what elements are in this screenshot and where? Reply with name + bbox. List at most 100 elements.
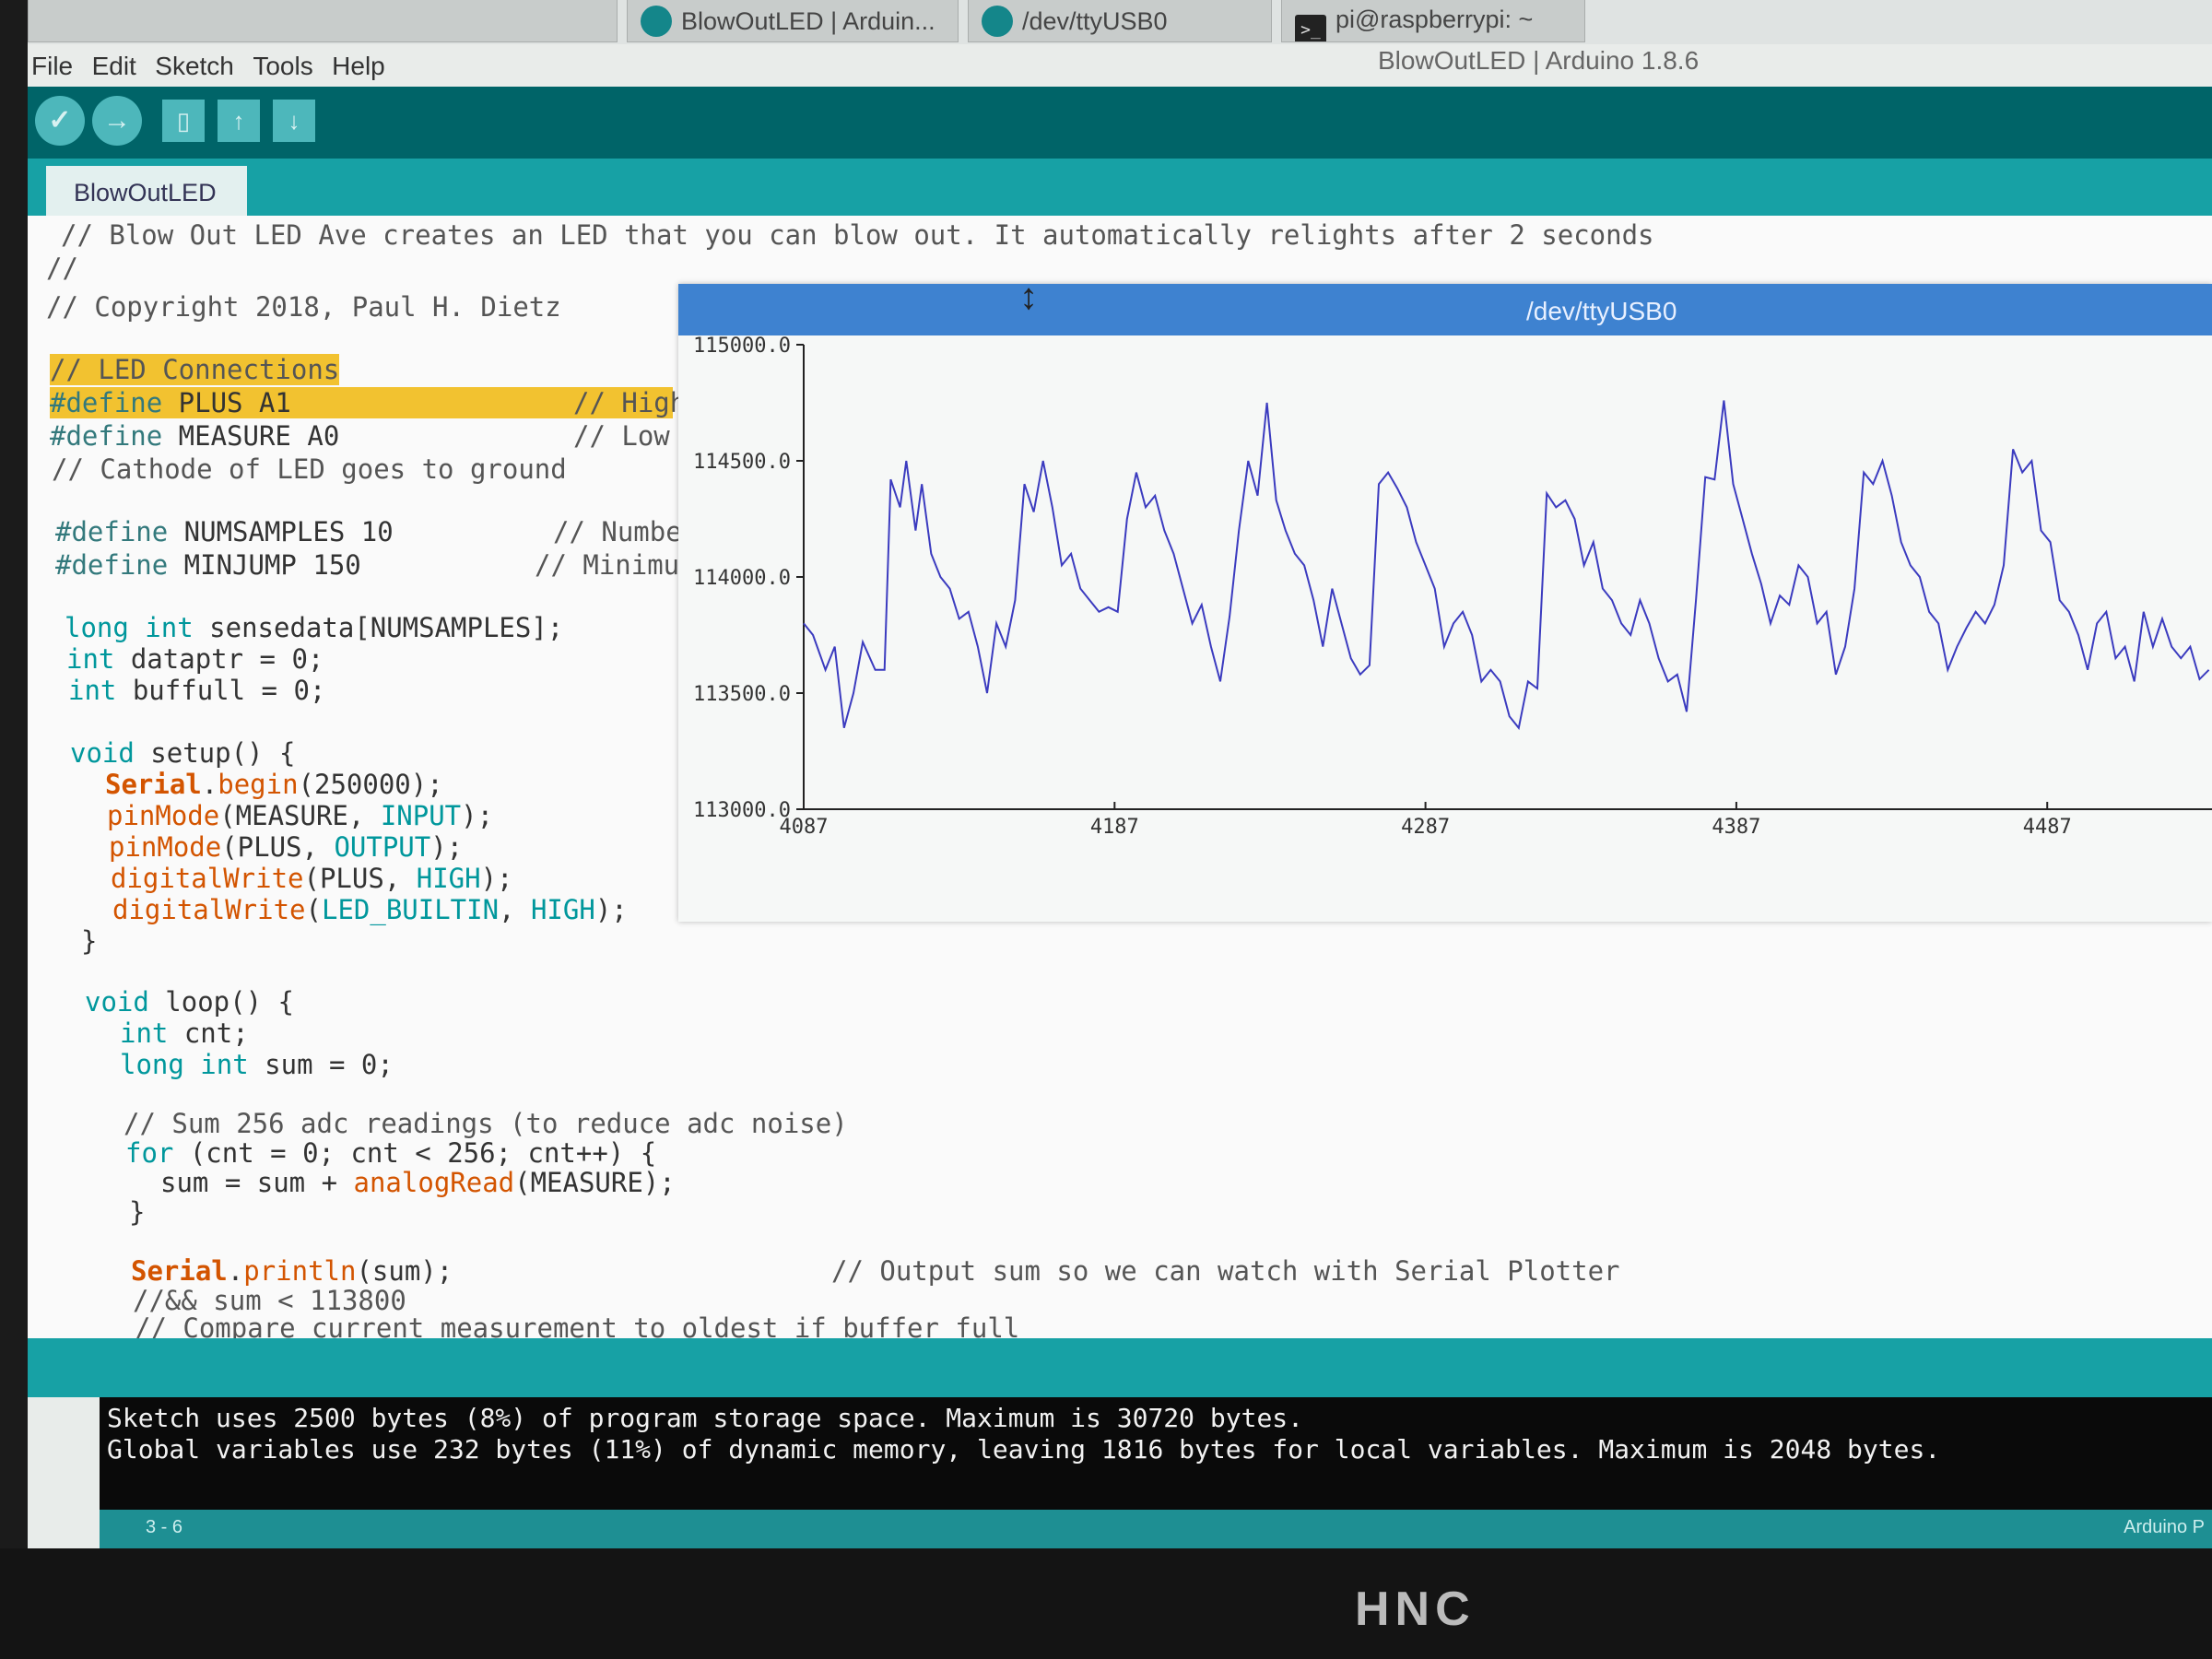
code-token: sum = 0; — [248, 1049, 394, 1080]
code-line: int buffull = 0; — [68, 675, 325, 706]
code-line: // Compare current measurement to oldest… — [135, 1312, 1020, 1338]
code-line: int dataptr = 0; — [66, 643, 324, 675]
code-token: (cnt = 0; cnt < 256; cnt++) { — [173, 1137, 657, 1169]
code-token: (MEASURE, — [219, 800, 381, 831]
code-line: sum = sum + analogRead(MEASURE); — [160, 1167, 676, 1198]
code-token: long int — [120, 1049, 249, 1080]
code-token: sensedata[NUMSAMPLES]; — [193, 612, 564, 643]
open-icon[interactable]: ↑ — [218, 100, 260, 142]
taskbar-item-blank[interactable] — [28, 0, 618, 42]
code-line: pinMode(MEASURE, INPUT); — [107, 800, 493, 831]
code-token: pinMode — [109, 831, 222, 863]
monitor-brand-logo: HNC — [1355, 1583, 1476, 1636]
code-token: INPUT — [380, 800, 462, 831]
new-icon[interactable]: ▯ — [162, 100, 205, 142]
menu-file[interactable]: File — [31, 52, 73, 81]
code-line-highlighted: #define PLUS A1 // High — [50, 387, 686, 418]
series-line — [803, 400, 2210, 731]
code-line: digitalWrite(LED_BUILTIN, HIGH); — [112, 894, 628, 925]
code-line: //&& sum < 113800 — [133, 1285, 406, 1316]
code-token: #define — [50, 387, 163, 418]
tab-blowoutled[interactable]: BlowOutLED — [46, 166, 247, 216]
code-token: ); — [594, 894, 628, 925]
code-token: MINJUMP 150 — [168, 549, 361, 581]
code-line: long int sum = 0; — [120, 1049, 394, 1080]
upload-icon[interactable]: → — [92, 96, 142, 146]
taskbar-item-arduino[interactable]: BlowOutLED | Arduin... — [627, 0, 959, 42]
code-token: (250000); — [298, 769, 443, 800]
code-line: // LED Connections — [50, 354, 340, 385]
code-token: OUTPUT — [334, 831, 431, 863]
code-token: Serial — [131, 1255, 228, 1287]
code-token: void — [70, 737, 135, 769]
board-indicator: Arduino P — [2124, 1517, 2205, 1537]
code-token: // Minimu — [535, 549, 680, 581]
code-token: #define — [55, 516, 169, 547]
code-token: for — [125, 1137, 174, 1169]
x-tick-label: 4487 — [2023, 816, 2072, 839]
save-icon[interactable]: ↓ — [273, 100, 315, 142]
console-output: Sketch uses 2500 bytes (8%) of program s… — [100, 1397, 2212, 1510]
menu-help[interactable]: Help — [332, 52, 385, 81]
taskbar-item-terminal[interactable]: >_ pi@raspberrypi: ~ — [1281, 0, 1585, 42]
code-line: } — [129, 1196, 146, 1228]
verify-icon[interactable]: ✓ — [35, 96, 85, 146]
plotter-titlebar[interactable]: ↕ /dev/ttyUSB0 — [678, 276, 2212, 335]
code-token: loop() { — [148, 986, 294, 1018]
monitor-bezel: HNC — [0, 1548, 2212, 1659]
x-axis-ticks: 4087 4187 4287 4387 4487 — [780, 802, 2072, 839]
toolbar: ✓ → ▯ ↑ ↓ — [28, 87, 2212, 159]
line-number-indicator: 3 - 6 — [146, 1517, 183, 1537]
code-token: long int — [65, 612, 194, 643]
arduino-icon — [641, 6, 672, 37]
code-token: // Low — [573, 420, 670, 452]
code-token: buffull = 0; — [116, 675, 326, 706]
screen: BlowOutLED | Arduin... /dev/ttyUSB0 >_ pi… — [28, 0, 2212, 1548]
code-line: // Sum 256 adc readings (to reduce adc n… — [124, 1108, 848, 1139]
y-tick-label: 115000.0 — [693, 335, 791, 358]
menu-edit[interactable]: Edit — [92, 52, 136, 81]
code-token: ); — [480, 863, 513, 894]
x-tick-label: 4387 — [1712, 816, 1760, 839]
code-token: cnt; — [168, 1018, 249, 1049]
code-token: (MEASURE); — [514, 1167, 676, 1198]
menu-sketch[interactable]: Sketch — [155, 52, 234, 81]
code-line: #define MEASURE A0 // Low — [50, 420, 673, 452]
plotter-title: /dev/ttyUSB0 — [1526, 297, 1677, 325]
x-tick-label: 4287 — [1401, 816, 1450, 839]
code-token: ( — [305, 894, 322, 925]
code-token: // Output sum so we can watch with Seria… — [831, 1255, 1620, 1287]
code-token: HIGH — [416, 863, 481, 894]
code-line: #define MINJUMP 150 // Minimu — [55, 549, 680, 581]
serial-plotter-window[interactable]: ↕ /dev/ttyUSB0 115000.0 114500.0 114000.0 1… — [678, 276, 2212, 922]
console-line: Global variables use 232 bytes (11%) of … — [107, 1434, 1941, 1465]
bottom-status-bar: 3 - 6 Arduino P — [100, 1510, 2212, 1548]
code-line: int cnt; — [120, 1018, 249, 1049]
code-token: dataptr = 0; — [114, 643, 324, 675]
code-token: setup() { — [134, 737, 296, 769]
code-line: digitalWrite(PLUS, HIGH); — [111, 863, 513, 894]
code-token: sum = sum + — [160, 1167, 354, 1198]
code-line: void loop() { — [85, 986, 294, 1018]
taskbar-item-serial[interactable]: /dev/ttyUSB0 — [968, 0, 1272, 42]
window-title: BlowOutLED | Arduino 1.8.6 — [1378, 46, 1700, 75]
code-token: int — [68, 675, 117, 706]
code-token: begin — [218, 769, 299, 800]
code-token: LED_BUILTIN — [321, 894, 500, 925]
code-token: ); — [430, 831, 464, 863]
code-token: (sum); — [356, 1255, 453, 1287]
status-bar — [28, 1338, 2212, 1397]
taskbar-item-label: pi@raspberrypi: ~ — [1335, 6, 1534, 33]
code-line: } — [81, 925, 98, 957]
menu-tools[interactable]: Tools — [253, 52, 312, 81]
code-token: , — [499, 894, 531, 925]
resize-vertical-icon[interactable]: ↕ — [1019, 276, 1038, 318]
highlighted-text: // LED Connections — [50, 354, 340, 385]
code-line: Serial.begin(250000); — [105, 769, 443, 800]
x-tick-label: 4087 — [780, 816, 829, 839]
code-token: NUMSAMPLES 10 — [168, 516, 394, 547]
code-token: // Numbe — [553, 516, 682, 547]
code-token: (PLUS, — [303, 863, 417, 894]
code-token: ); — [461, 800, 494, 831]
code-line: // Blow Out LED Ave creates an LED that … — [61, 219, 1654, 251]
